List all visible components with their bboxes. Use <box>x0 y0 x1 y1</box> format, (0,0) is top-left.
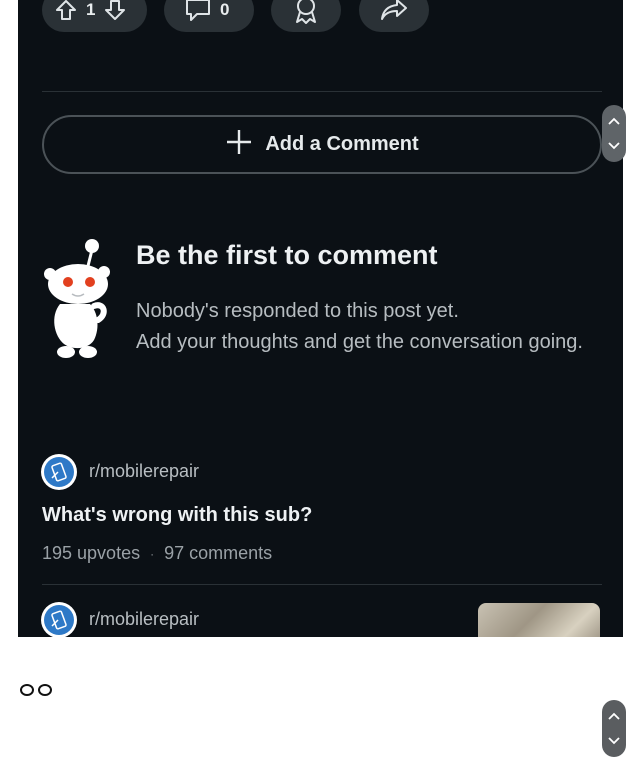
post-thumbnail[interactable] <box>478 603 600 637</box>
loading-indicator-icon <box>20 684 52 696</box>
post-meta: 195 upvotes · 97 comments <box>42 543 272 564</box>
add-comment-button[interactable]: Add a Comment <box>42 115 602 174</box>
chevron-up-icon[interactable] <box>608 112 620 130</box>
share-button[interactable] <box>359 0 429 32</box>
chevron-down-icon[interactable] <box>608 137 620 155</box>
subreddit-avatar[interactable] <box>41 602 77 637</box>
add-comment-label: Add a Comment <box>265 133 419 155</box>
chevron-down-icon[interactable] <box>608 732 620 750</box>
upvote-icon[interactable] <box>54 0 78 22</box>
award-icon <box>291 0 321 25</box>
comment-count: 0 <box>220 0 230 19</box>
circle-icon <box>20 684 34 696</box>
subreddit-name[interactable]: r/mobilerepair <box>89 609 199 630</box>
vote-count: 1 <box>86 0 96 19</box>
empty-state-line-2: Add your thoughts and get the conversati… <box>136 331 583 353</box>
award-button[interactable] <box>271 0 341 32</box>
scroll-control-bottom[interactable] <box>602 700 626 757</box>
plus-icon <box>225 128 253 161</box>
divider <box>42 91 602 92</box>
empty-state-line-1: Nobody's responded to this post yet. <box>136 300 459 322</box>
phone-repair-icon <box>44 605 74 635</box>
downvote-icon[interactable] <box>103 0 127 22</box>
upvote-total: 195 upvotes <box>42 543 141 563</box>
comment-icon <box>184 0 212 23</box>
scroll-control-top[interactable] <box>602 105 626 162</box>
post-title[interactable]: What's wrong with this sub? <box>42 504 312 527</box>
empty-state-title: Be the first to comment <box>136 240 438 270</box>
comment-total: 97 comments <box>164 543 273 563</box>
vote-pill: 1 <box>42 0 147 32</box>
post-screen: 1 0 Add a Comment Be the first to commen… <box>18 0 623 637</box>
snoo-mascot-icon <box>42 236 114 360</box>
phone-repair-icon <box>44 457 74 487</box>
divider <box>42 584 602 585</box>
circle-icon <box>38 684 52 696</box>
chevron-up-icon[interactable] <box>608 707 620 725</box>
comments-button[interactable]: 0 <box>164 0 254 32</box>
subreddit-name[interactable]: r/mobilerepair <box>89 461 199 482</box>
subreddit-avatar[interactable] <box>41 454 77 490</box>
meta-separator: · <box>150 546 155 561</box>
share-icon <box>379 0 409 24</box>
